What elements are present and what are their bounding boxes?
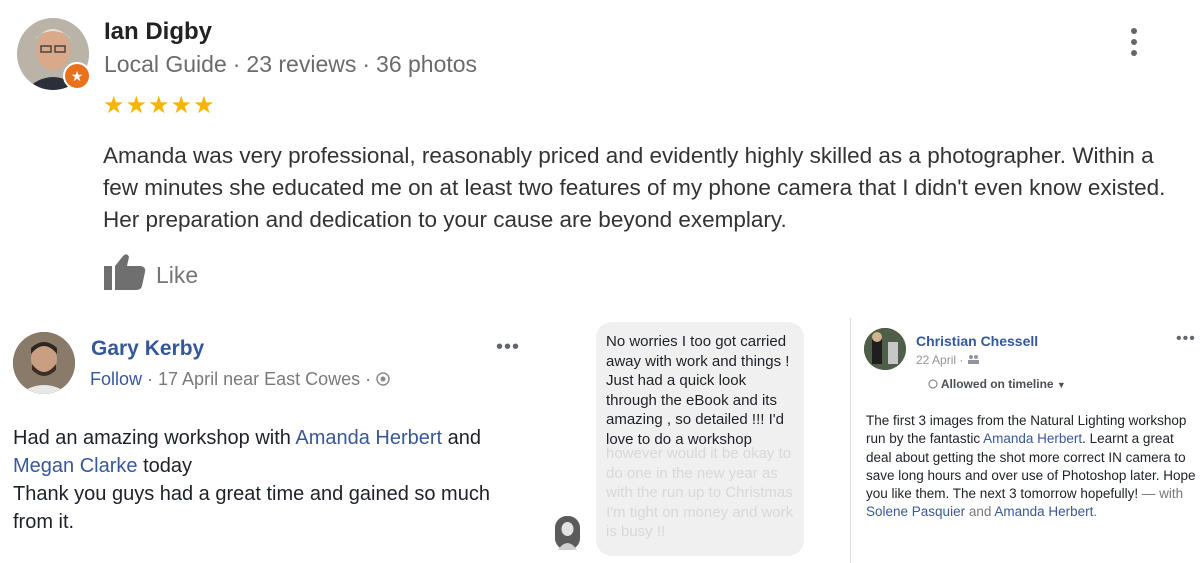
post-options-button[interactable]: ••• xyxy=(496,336,520,359)
post-meta: Follow · 17 April near East Cowes · xyxy=(90,369,390,390)
post-date-location: · 17 April near East Cowes · xyxy=(147,369,372,389)
tag-link[interactable]: Solene Pasquier xyxy=(866,504,965,519)
post-date-text: 22 April · xyxy=(916,353,964,367)
message-text: No worries I too got carried away with w… xyxy=(606,333,790,448)
poster-avatar[interactable] xyxy=(13,332,75,394)
post-text-end: . xyxy=(1093,504,1098,520)
privacy-label: Allowed on timeline xyxy=(940,377,1054,391)
post-text-segment: today xyxy=(137,455,192,477)
post-text: Had an amazing workshop with Amanda Herb… xyxy=(13,424,533,536)
poster-name[interactable]: Christian Chessell xyxy=(916,333,1038,349)
post-date: 22 April · xyxy=(916,353,979,367)
meta-separator: · xyxy=(232,51,241,77)
mention-link[interactable]: Amanda Herbert xyxy=(295,427,442,449)
and-label: and xyxy=(965,504,995,520)
post-text-segment: and xyxy=(442,427,482,449)
post-options-button[interactable]: ••• xyxy=(1176,330,1196,348)
review-text: Amanda was very professional, reasonably… xyxy=(103,143,1166,232)
post-text: The first 3 images from the Natural Ligh… xyxy=(866,412,1196,522)
more-options-icon[interactable] xyxy=(1122,28,1146,62)
thumbs-up-icon[interactable] xyxy=(103,252,147,292)
tag-link[interactable]: Amanda Herbert xyxy=(994,504,1093,519)
timeline-privacy-dropdown[interactable]: Allowed on timeline ▼ xyxy=(928,377,1066,391)
mention-link[interactable]: Amanda Herbert xyxy=(983,431,1082,446)
sender-avatar[interactable] xyxy=(555,516,580,550)
reviewer-role: Local Guide xyxy=(104,51,227,77)
sender-photo xyxy=(555,516,580,550)
circle-icon xyxy=(928,379,938,389)
reviewer-name[interactable]: Ian Digby xyxy=(104,18,212,46)
post-text-segment: Thank you guys had a great time and gain… xyxy=(13,483,490,533)
with-label: — with xyxy=(1138,486,1184,502)
photo-count: 36 photos xyxy=(376,51,478,77)
poster-avatar[interactable] xyxy=(864,328,906,370)
chevron-down-icon: ▼ xyxy=(1056,380,1066,390)
local-guide-star-icon: ★ xyxy=(63,62,91,90)
reviewer-meta: Local Guide · 23 reviews · 36 photos xyxy=(104,51,477,78)
message-text-faded: however would it be okay to do one in th… xyxy=(606,445,794,541)
like-button[interactable]: Like xyxy=(156,262,198,289)
review-count: 23 reviews xyxy=(246,51,357,77)
column-divider xyxy=(850,318,851,563)
poster-name[interactable]: Gary Kerby xyxy=(91,337,204,361)
friends-icon xyxy=(967,355,979,364)
poster-photo xyxy=(864,328,906,370)
globe-icon xyxy=(376,372,390,386)
mention-link[interactable]: Megan Clarke xyxy=(13,455,138,477)
post-text-segment: Had an amazing workshop with xyxy=(13,427,296,449)
follow-link[interactable]: Follow xyxy=(90,369,142,389)
poster-photo xyxy=(13,332,75,394)
star-rating: ★★★★★ xyxy=(103,92,216,119)
meta-separator: · xyxy=(362,51,371,77)
